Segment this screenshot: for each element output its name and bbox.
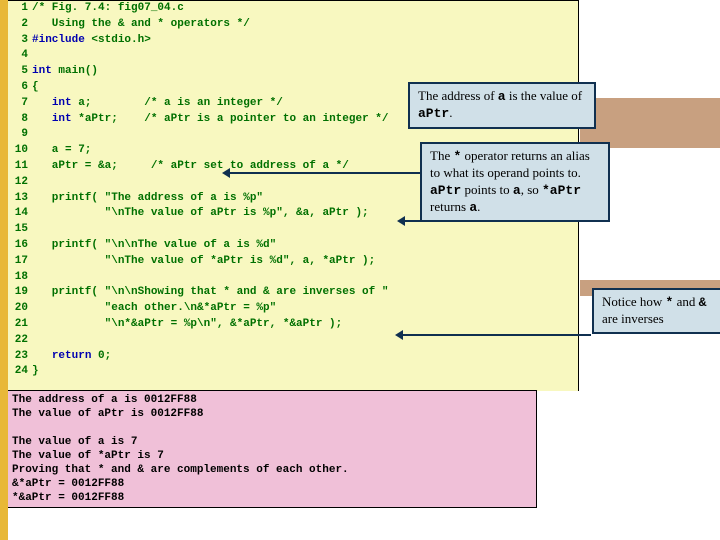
code-line: 17 "\nThe value of *aPtr is %d", a, *aPt… <box>8 254 578 270</box>
line-number: 11 <box>8 159 32 175</box>
arrow-3 <box>398 334 591 336</box>
arrow-1 <box>225 172 420 174</box>
code-line: 4 <box>8 48 578 64</box>
line-number: 19 <box>8 285 32 301</box>
line-number: 10 <box>8 143 32 159</box>
code-text: } <box>32 364 578 380</box>
line-number: 15 <box>8 222 32 238</box>
code-text: printf( "\n\nThe value of a is %d" <box>32 238 578 254</box>
code-line: 24} <box>8 364 578 380</box>
output-line: Proving that * and & are complements of … <box>12 463 532 477</box>
output-line: &*aPtr = 0012FF88 <box>12 477 532 491</box>
line-number: 8 <box>8 112 32 128</box>
output-line <box>12 421 532 435</box>
callout-inverses: Notice how * and & are inverses <box>592 288 720 334</box>
code-text: int main() <box>32 64 578 80</box>
line-number: 12 <box>8 175 32 191</box>
code-text: "\nThe value of *aPtr is %d", a, *aPtr )… <box>32 254 578 270</box>
line-number: 18 <box>8 270 32 286</box>
callout-address: The address of a is the value of aPtr. <box>408 82 596 129</box>
code-text: return 0; <box>32 349 578 365</box>
output-line: The value of *aPtr is 7 <box>12 449 532 463</box>
line-number: 16 <box>8 238 32 254</box>
code-text <box>32 222 578 238</box>
code-line: 5int main() <box>8 64 578 80</box>
code-line: 3#include <stdio.h> <box>8 33 578 49</box>
line-number: 4 <box>8 48 32 64</box>
line-number: 23 <box>8 349 32 365</box>
line-number: 5 <box>8 64 32 80</box>
line-number: 2 <box>8 17 32 33</box>
left-accent-bar <box>0 0 8 540</box>
code-text <box>32 48 578 64</box>
line-number: 14 <box>8 206 32 222</box>
code-line: 20 "each other.\n&*aPtr = %p" <box>8 301 578 317</box>
output-line: *&aPtr = 0012FF88 <box>12 491 532 505</box>
output-line: The value of a is 7 <box>12 435 532 449</box>
code-text: /* Fig. 7.4: fig07_04.c <box>32 1 578 17</box>
code-text: printf( "\n\nShowing that * and & are in… <box>32 285 578 301</box>
line-number: 7 <box>8 96 32 112</box>
code-line: 16 printf( "\n\nThe value of a is %d" <box>8 238 578 254</box>
line-number: 24 <box>8 364 32 380</box>
code-line: 9 <box>8 127 578 143</box>
code-text: "\n*&aPtr = %p\n", &*aPtr, *&aPtr ); <box>32 317 578 333</box>
code-text: "each other.\n&*aPtr = %p" <box>32 301 578 317</box>
line-number: 1 <box>8 1 32 17</box>
line-number: 17 <box>8 254 32 270</box>
line-number: 21 <box>8 317 32 333</box>
line-number: 20 <box>8 301 32 317</box>
line-number: 13 <box>8 191 32 207</box>
code-text <box>32 270 578 286</box>
code-line: 15 <box>8 222 578 238</box>
code-line: 2 Using the & and * operators */ <box>8 17 578 33</box>
code-line: 21 "\n*&aPtr = %p\n", &*aPtr, *&aPtr ); <box>8 317 578 333</box>
line-number: 9 <box>8 127 32 143</box>
code-text: Using the & and * operators */ <box>32 17 578 33</box>
code-line: 18 <box>8 270 578 286</box>
code-text <box>32 127 578 143</box>
program-output: The address of a is 0012FF88 The value o… <box>8 390 537 508</box>
code-line: 1/* Fig. 7.4: fig07_04.c <box>8 1 578 17</box>
output-line: The address of a is 0012FF88 <box>12 393 532 407</box>
output-line: The value of aPtr is 0012FF88 <box>12 407 532 421</box>
line-number: 22 <box>8 333 32 349</box>
code-text: #include <stdio.h> <box>32 33 578 49</box>
code-line: 23 return 0; <box>8 349 578 365</box>
line-number: 6 <box>8 80 32 96</box>
arrow-2 <box>400 220 420 222</box>
callout-deref: The * operator returns an alias to what … <box>420 142 610 222</box>
code-line: 19 printf( "\n\nShowing that * and & are… <box>8 285 578 301</box>
decor-strip-1 <box>580 98 720 148</box>
line-number: 3 <box>8 33 32 49</box>
